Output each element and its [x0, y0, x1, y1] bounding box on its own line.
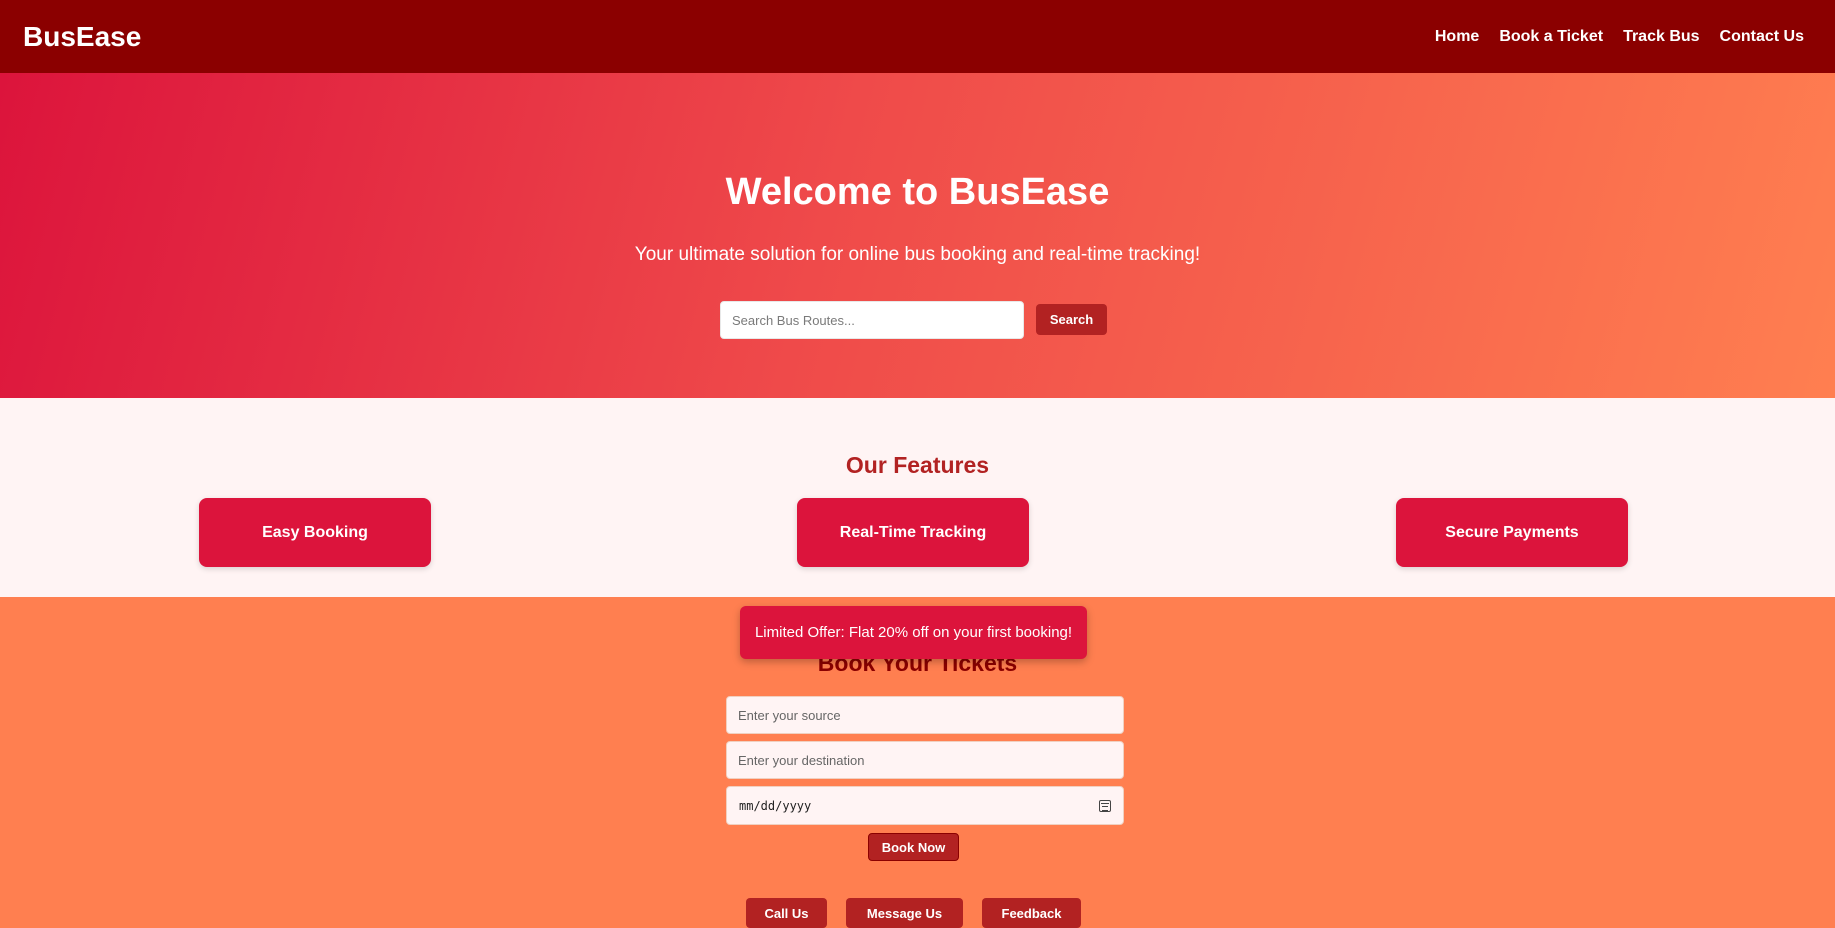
feature-card-easy-booking[interactable]: Easy Booking — [199, 498, 431, 567]
feature-card-secure-payments[interactable]: Secure Payments — [1396, 498, 1628, 567]
site-logo[interactable]: BusEase — [23, 21, 141, 53]
nav-link-track-bus[interactable]: Track Bus — [1623, 28, 1699, 46]
nav-link-book-ticket[interactable]: Book a Ticket — [1499, 28, 1603, 46]
date-placeholder: mm/dd/yyyy — [739, 798, 812, 813]
nav-link-contact-us[interactable]: Contact Us — [1720, 28, 1804, 46]
hero-section: Welcome to BusEase Your ultimate solutio… — [0, 73, 1835, 398]
nav-link-home[interactable]: Home — [1435, 28, 1479, 46]
main-nav: Home Book a Ticket Track Bus Contact Us — [1435, 28, 1804, 46]
feature-card-real-time-tracking[interactable]: Real-Time Tracking — [797, 498, 1029, 567]
search-button[interactable]: Search — [1036, 304, 1107, 335]
message-us-button[interactable]: Message Us — [846, 898, 963, 928]
destination-input[interactable] — [726, 741, 1124, 779]
features-section: Our Features Easy Booking Real-Time Trac… — [0, 398, 1835, 597]
calendar-icon[interactable] — [1099, 799, 1111, 812]
features-title: Our Features — [845, 452, 990, 478]
limited-offer-banner[interactable]: Limited Offer: Flat 20% off on your firs… — [740, 606, 1087, 659]
book-now-button[interactable]: Book Now — [868, 833, 959, 861]
hero-title: Welcome to BusEase — [725, 171, 1110, 213]
feedback-button[interactable]: Feedback — [982, 898, 1081, 928]
call-us-button[interactable]: Call Us — [746, 898, 827, 928]
travel-date-input[interactable]: mm/dd/yyyy — [726, 786, 1124, 825]
site-header: BusEase Home Book a Ticket Track Bus Con… — [0, 0, 1835, 73]
route-search-input[interactable] — [720, 301, 1024, 339]
source-input[interactable] — [726, 696, 1124, 734]
hero-subtitle: Your ultimate solution for online bus bo… — [634, 244, 1201, 265]
